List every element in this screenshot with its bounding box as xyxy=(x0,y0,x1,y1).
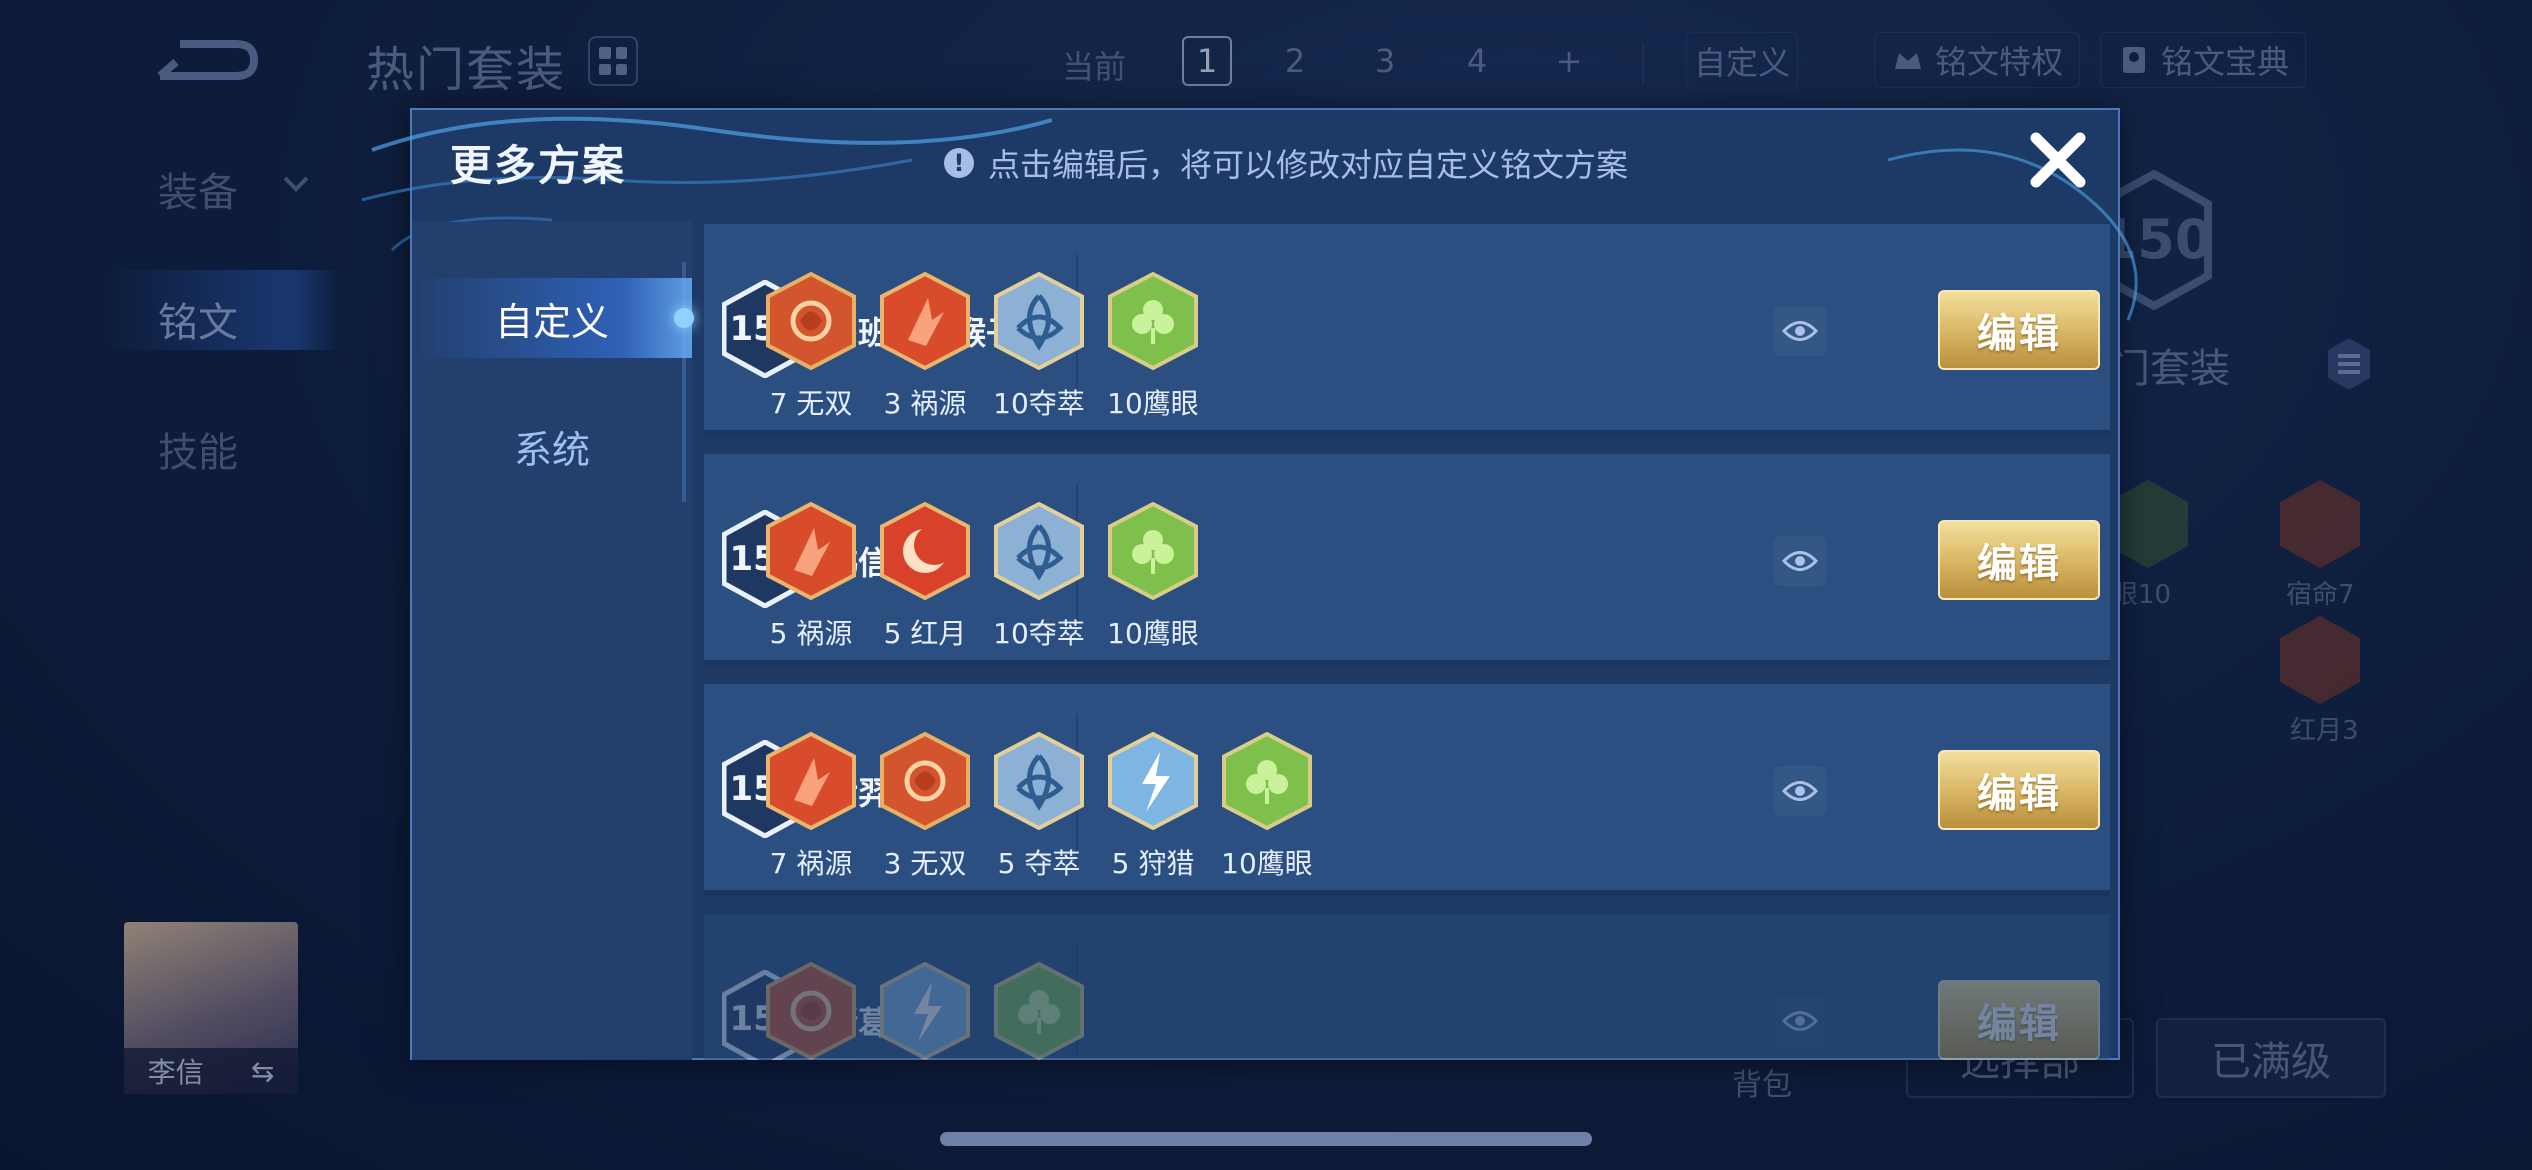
rune-icon xyxy=(994,962,1084,1060)
active-tab-dot xyxy=(674,308,694,328)
rune-count-label: 10鹰眼 xyxy=(1221,847,1313,880)
rune-count-label: 5 狩猎 xyxy=(1111,847,1195,880)
rune-count-label: 3 无双 xyxy=(883,847,967,880)
rune-icon xyxy=(1108,732,1198,830)
rune-icon xyxy=(766,272,856,370)
rune-icon xyxy=(766,962,856,1060)
rune-icon xyxy=(880,962,970,1060)
dialog-title: 更多方案 xyxy=(450,141,627,190)
info-icon: ! xyxy=(944,148,974,178)
plan-row: 150 后羿 7 祸源 3 无双 5 夺萃 5 狩猎 10鹰眼 编辑 xyxy=(704,684,2110,896)
rune-count-label: 7 无双 xyxy=(769,387,853,420)
rune-icon xyxy=(994,272,1084,370)
eye-icon xyxy=(1782,781,1818,801)
tab-system[interactable]: 系统 xyxy=(412,406,692,486)
plan-category-tabs: 自定义 系统 xyxy=(412,222,694,1060)
rune-icon xyxy=(994,732,1084,830)
tab-custom[interactable]: 自定义 xyxy=(412,278,692,358)
edit-button[interactable]: 编辑 xyxy=(1938,520,2100,600)
rune-count-label: 3 祸源 xyxy=(883,387,967,420)
rune-count-label: 10夺萃 xyxy=(993,617,1085,650)
plan-row: 150 诸葛大力 编辑 xyxy=(704,914,2110,1060)
close-button[interactable] xyxy=(2022,124,2094,196)
rune-icon xyxy=(994,502,1084,600)
eye-icon xyxy=(1782,321,1818,341)
rune-icon xyxy=(766,732,856,830)
rune-icon xyxy=(880,272,970,370)
preview-button[interactable] xyxy=(1774,306,1826,356)
eye-icon xyxy=(1782,551,1818,571)
rune-count-label: 10鹰眼 xyxy=(1107,617,1199,650)
preview-button[interactable] xyxy=(1774,996,1826,1046)
rune-icon xyxy=(880,732,970,830)
more-plans-dialog: 更多方案 ! 点击编辑后，将可以修改对应自定义铭文方案 自定义 系统 150 鲁… xyxy=(361,108,2138,1060)
home-indicator[interactable] xyxy=(940,1132,1592,1146)
plan-row: 150 鲁班——猴子 7 无双3 祸源10夺萃10鹰眼 编辑 xyxy=(704,224,2110,436)
edit-button[interactable]: 编辑 xyxy=(1938,290,2100,370)
rune-icon xyxy=(766,502,856,600)
rune-icon xyxy=(880,502,970,600)
rune-count-label: 10鹰眼 xyxy=(1107,387,1199,420)
hint-text: ! 点击编辑后，将可以修改对应自定义铭文方案 xyxy=(944,140,1628,186)
preview-button[interactable] xyxy=(1774,536,1826,586)
rune-icon xyxy=(1222,732,1312,830)
rune-icon xyxy=(1108,272,1198,370)
rune-count-label: 10夺萃 xyxy=(993,387,1085,420)
preview-button[interactable] xyxy=(1774,766,1826,816)
rune-count-label: 5 红月 xyxy=(883,617,967,650)
eye-icon xyxy=(1782,1011,1818,1031)
close-icon xyxy=(2030,132,2086,188)
plan-list[interactable]: 150 鲁班——猴子 7 无双3 祸源10夺萃10鹰眼 编辑 150 韩信 5 … xyxy=(704,224,2110,1060)
hint-message: 点击编辑后，将可以修改对应自定义铭文方案 xyxy=(988,146,1629,184)
plan-row: 150 韩信 5 祸源 5 红月 10夺萃 10鹰眼 编辑 xyxy=(704,454,2110,666)
rune-count-label: 5 夺萃 xyxy=(997,847,1081,880)
rune-count-label: 5 祸源 xyxy=(769,617,853,650)
edit-button[interactable]: 编辑 xyxy=(1938,980,2100,1060)
edit-button[interactable]: 编辑 xyxy=(1938,750,2100,830)
rune-count-label: 7 祸源 xyxy=(769,847,853,880)
rune-icon xyxy=(1108,502,1198,600)
